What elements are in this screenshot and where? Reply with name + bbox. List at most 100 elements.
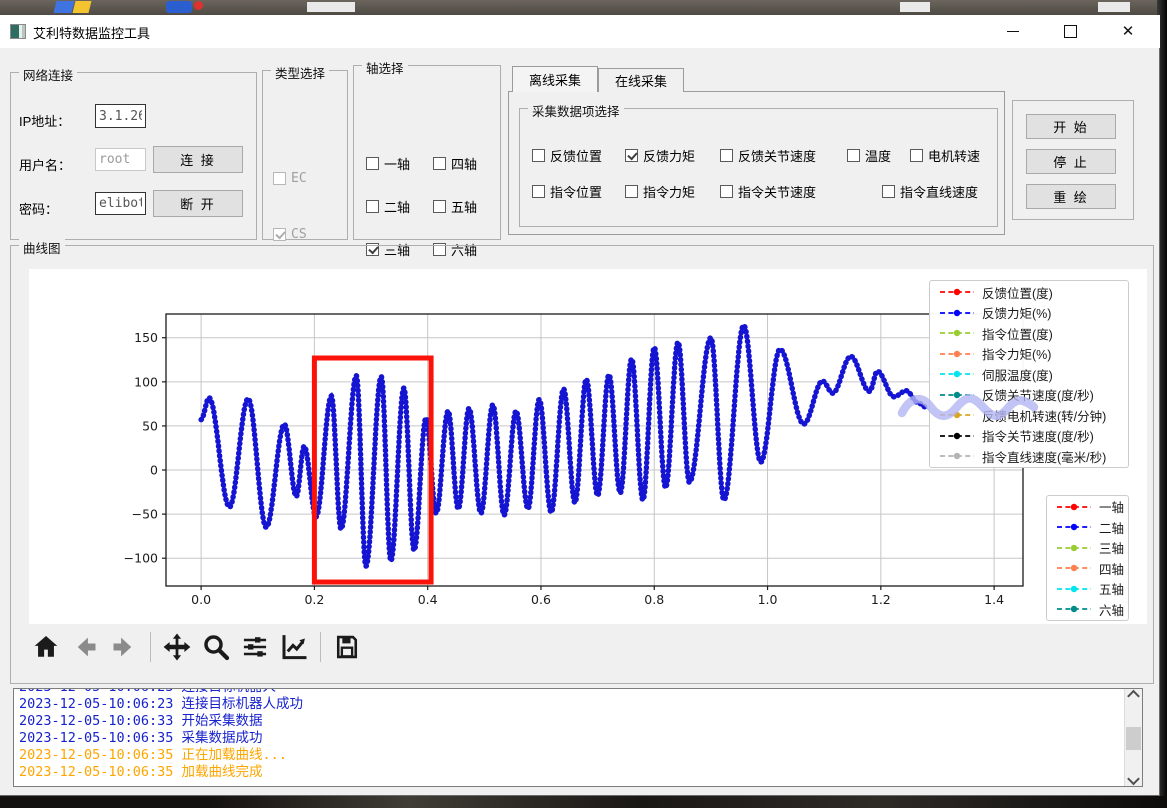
legend-line-sample xyxy=(939,451,975,461)
legend-line-sample xyxy=(939,308,975,318)
save-icon[interactable] xyxy=(332,632,362,662)
ip-input[interactable] xyxy=(95,104,146,128)
legend-label: 一轴 xyxy=(1099,497,1124,516)
svg-text:1.0: 1.0 xyxy=(758,592,778,607)
connect-button[interactable]: 连 接 xyxy=(153,146,243,173)
network-group: 网络连接 IP地址： 用户名： 连 接 密码： 断 开 xyxy=(10,72,257,240)
checkbox-icon[interactable] xyxy=(910,149,923,162)
legend-line-sample xyxy=(1056,543,1092,553)
svg-text:1.4: 1.4 xyxy=(984,592,1004,607)
tab-在线采集[interactable]: 在线采集 xyxy=(598,68,684,92)
legend-item: 五轴 xyxy=(1047,579,1128,598)
scroll-down-icon[interactable] xyxy=(1125,769,1142,786)
legend-label: 六轴 xyxy=(1099,600,1124,619)
svg-text:0.6: 0.6 xyxy=(531,592,551,607)
checkbox-collect-反馈力矩[interactable]: 反馈力矩 xyxy=(625,146,695,165)
stop-button[interactable]: 停 止 xyxy=(1026,149,1116,174)
checkbox-collect-反馈位置[interactable]: 反馈位置 xyxy=(532,146,602,165)
collect-items-group: 采集数据项选择 反馈位置反馈力矩反馈关节速度温度电机转速 指令位置指令力矩指令关… xyxy=(519,108,998,227)
checkbox-label: 四轴 xyxy=(451,154,477,173)
legend-label: 三轴 xyxy=(1099,538,1124,557)
close-button[interactable]: ✕ xyxy=(1105,15,1151,48)
desktop-icon-fragment xyxy=(194,1,203,10)
maximize-icon xyxy=(1064,25,1077,38)
legend-item: 一轴 xyxy=(1047,497,1128,516)
checkbox-icon[interactable] xyxy=(625,149,638,162)
checkbox-axis-一轴[interactable]: 一轴 xyxy=(366,154,410,173)
checkbox-icon[interactable] xyxy=(720,185,733,198)
password-input[interactable] xyxy=(95,192,146,215)
checkbox-label: 指令关节速度 xyxy=(738,182,816,201)
checkbox-icon[interactable] xyxy=(720,149,733,162)
svg-text:0.8: 0.8 xyxy=(644,592,664,607)
back-icon[interactable] xyxy=(70,632,100,662)
legend-line-sample xyxy=(1056,502,1092,512)
scroll-thumb[interactable] xyxy=(1126,727,1141,750)
redraw-button[interactable]: 重 绘 xyxy=(1026,184,1116,209)
checkbox-icon[interactable] xyxy=(847,149,860,162)
checkbox-axis-五轴[interactable]: 五轴 xyxy=(433,197,477,216)
checkbox-collect-指令力矩[interactable]: 指令力矩 xyxy=(625,182,695,201)
checkbox-icon[interactable] xyxy=(366,157,379,170)
tab-离线采集[interactable]: 离线采集 xyxy=(512,66,598,92)
checkbox-axis-二轴[interactable]: 二轴 xyxy=(366,197,410,216)
app-icon xyxy=(10,24,26,39)
desktop-icon-fragment xyxy=(166,1,192,13)
legend-item: 指令力矩(%) xyxy=(930,344,1128,363)
checkbox-icon[interactable] xyxy=(366,200,379,213)
log-box[interactable]: 2023-12-05-10:06:23 连接目标机器人2023-12-05-10… xyxy=(13,688,1143,787)
minimize-button[interactable] xyxy=(990,15,1036,48)
checkbox-icon[interactable] xyxy=(625,185,638,198)
checkbox-label: 反馈关节速度 xyxy=(738,146,816,165)
minimize-icon xyxy=(1007,31,1019,32)
username-label: 用户名： xyxy=(19,155,71,174)
start-button[interactable]: 开 始 xyxy=(1026,114,1116,139)
checkbox-label: 二轴 xyxy=(384,197,410,216)
svg-text:0: 0 xyxy=(150,463,158,478)
scroll-up-icon[interactable] xyxy=(1125,689,1142,706)
legend-item: 三轴 xyxy=(1047,538,1128,557)
checkbox-label: 温度 xyxy=(865,146,891,165)
svg-text:1.2: 1.2 xyxy=(871,592,891,607)
checkbox-collect-反馈关节速度[interactable]: 反馈关节速度 xyxy=(720,146,816,165)
log-scrollbar[interactable] xyxy=(1124,689,1142,786)
legend-item: 指令关节速度(度/秒) xyxy=(930,426,1128,445)
svg-text:100: 100 xyxy=(134,374,158,389)
checkbox-icon[interactable] xyxy=(532,149,545,162)
legend-label: 反馈电机转速(转/分钟) xyxy=(982,406,1106,425)
checkbox-label: 指令力矩 xyxy=(643,182,695,201)
actions-group: 开 始 停 止 重 绘 xyxy=(1012,100,1134,220)
checkbox-icon xyxy=(273,172,286,185)
maximize-button[interactable] xyxy=(1047,15,1093,48)
disconnect-button[interactable]: 断 开 xyxy=(153,190,243,217)
checkbox-axis-四轴[interactable]: 四轴 xyxy=(433,154,477,173)
title-bar[interactable]: 艾利特数据监控工具 ✕ xyxy=(0,15,1160,48)
checkbox-icon[interactable] xyxy=(882,185,895,198)
checkbox-icon[interactable] xyxy=(532,185,545,198)
log-entries: 2023-12-05-10:06:23 连接目标机器人2023-12-05-10… xyxy=(19,688,1124,781)
customize-axes-icon[interactable] xyxy=(279,632,309,662)
checkbox-collect-指令直线速度[interactable]: 指令直线速度 xyxy=(882,182,978,201)
legend-item: 反馈位置(度) xyxy=(930,283,1128,302)
legend-label: 指令力矩(%) xyxy=(982,344,1051,363)
zoom-icon[interactable] xyxy=(201,632,231,662)
checkbox-collect-温度[interactable]: 温度 xyxy=(847,146,891,165)
checkbox-label: CS xyxy=(291,227,307,242)
svg-text:0.0: 0.0 xyxy=(191,592,211,607)
legend-label: 指令关节速度(度/秒) xyxy=(982,426,1094,445)
desktop-icon-label xyxy=(900,2,930,12)
checkbox-collect-指令关节速度[interactable]: 指令关节速度 xyxy=(720,182,816,201)
subplots-icon[interactable] xyxy=(240,632,270,662)
svg-text:−100: −100 xyxy=(124,551,158,566)
checkbox-collect-指令位置[interactable]: 指令位置 xyxy=(532,182,602,201)
forward-icon[interactable] xyxy=(109,632,139,662)
pan-icon[interactable] xyxy=(162,632,192,662)
home-icon[interactable] xyxy=(31,632,61,662)
checkbox-icon[interactable] xyxy=(433,157,446,170)
toolbar-separator xyxy=(320,632,321,662)
axis-group-title: 轴选择 xyxy=(362,58,408,77)
collect-group-title: 采集数据项选择 xyxy=(528,101,624,120)
checkbox-collect-电机转速[interactable]: 电机转速 xyxy=(910,146,980,165)
checkbox-icon[interactable] xyxy=(433,200,446,213)
chart-figure[interactable]: 0.00.20.40.60.81.01.21.4−100−50050100150… xyxy=(29,269,1147,624)
